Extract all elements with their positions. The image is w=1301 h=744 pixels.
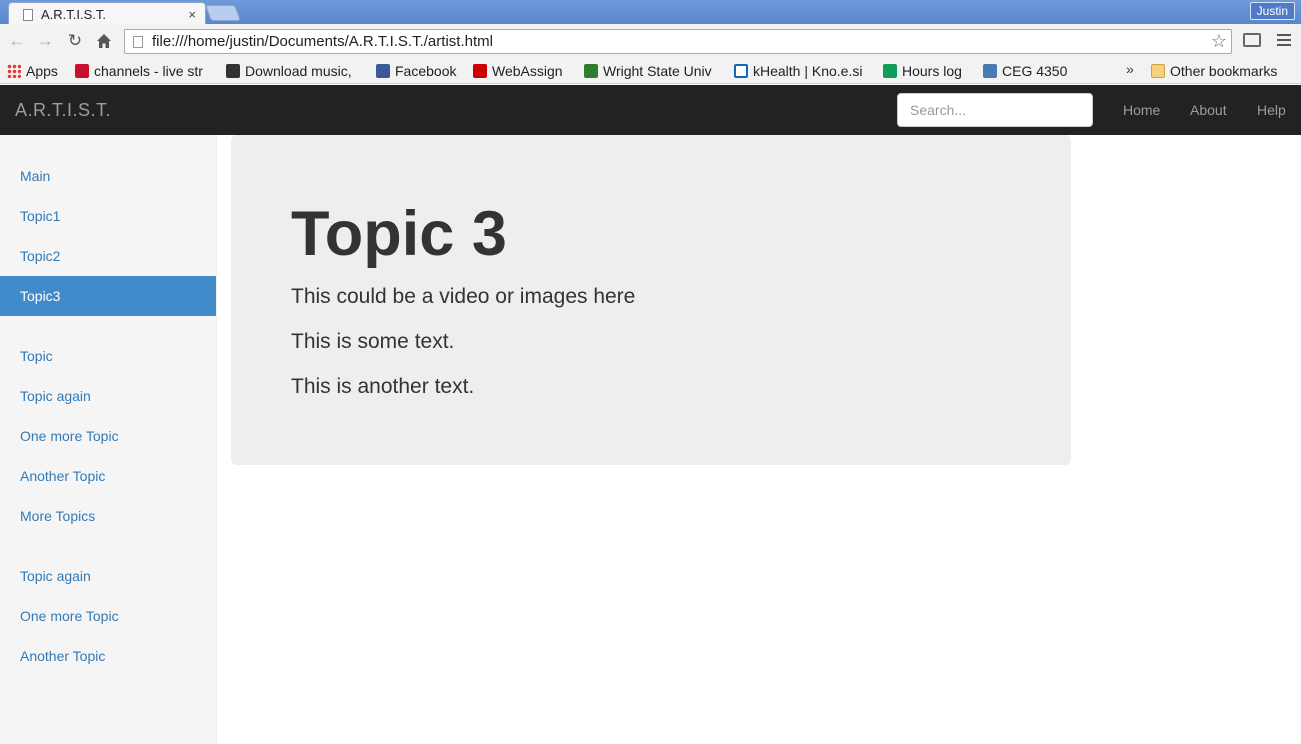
bookmark-apps[interactable]: Apps — [7, 61, 67, 81]
bookmark-download-music[interactable]: Download music, — [226, 61, 365, 81]
nav-link-about[interactable]: About — [1190, 102, 1227, 118]
tab-title: A.R.T.I.S.T. — [41, 7, 107, 22]
browser-toolbar: ← → ↻ file:///home/justin/Documents/A.R.… — [0, 24, 1301, 58]
profile-button[interactable]: Justin — [1249, 2, 1295, 20]
content-paragraph: This is some text. — [291, 330, 455, 353]
sheets-icon — [883, 64, 897, 78]
sidebar: Main Topic1 Topic2 Topic3 Topic Topic ag… — [0, 135, 217, 744]
top-navbar: A.R.T.I.S.T. Home About Help — [0, 85, 1301, 135]
p-logo-icon — [983, 64, 997, 78]
bookmark-facebook[interactable]: Facebook — [376, 61, 464, 81]
bookmark-ceg-4350[interactable]: CEG 4350 — [983, 61, 1073, 81]
wright-state-icon — [584, 64, 598, 78]
bookmarks-bar: Apps channels - live str Download music,… — [0, 58, 1301, 84]
khealth-icon — [734, 64, 748, 78]
back-arrow-icon[interactable]: ← — [6, 30, 28, 52]
new-tab-button[interactable] — [205, 5, 241, 21]
bookmark-khealth[interactable]: kHealth | Kno.e.si — [734, 61, 872, 81]
folder-icon — [1151, 64, 1165, 78]
content-paragraph: This could be a video or images here — [291, 285, 636, 308]
bookmark-wright-state[interactable]: Wright State Univ — [584, 61, 722, 81]
bookmark-hours-log[interactable]: Hours log — [883, 61, 975, 81]
jumbotron: Topic 3 This could be a video or images … — [231, 135, 1071, 465]
bookmark-star-icon[interactable]: ☆ — [1211, 31, 1227, 52]
page-title: Topic 3 — [291, 199, 507, 269]
webassign-icon — [473, 64, 487, 78]
bookmark-channels[interactable]: channels - live str — [75, 61, 213, 81]
sidebar-item-topic3[interactable]: Topic3 — [0, 276, 216, 316]
cast-icon[interactable] — [1243, 33, 1261, 47]
page-icon — [133, 35, 143, 48]
nav-link-home[interactable]: Home — [1123, 102, 1160, 118]
sidebar-item-one-more-topic[interactable]: One more Topic — [0, 416, 216, 456]
nav-link-help[interactable]: Help — [1257, 102, 1286, 118]
bookmarks-overflow-chevron[interactable]: » — [1126, 61, 1134, 77]
browser-tab[interactable]: A.R.T.I.S.T. × — [8, 2, 206, 26]
home-icon[interactable] — [93, 30, 115, 52]
browser-tab-strip: A.R.T.I.S.T. × Justin — [0, 0, 1301, 26]
bookmark-webassign[interactable]: WebAssign — [473, 61, 573, 81]
menu-icon[interactable] — [1277, 34, 1291, 46]
forward-arrow-icon[interactable]: → — [34, 30, 56, 52]
sidebar-item-one-more-topic-2[interactable]: One more Topic — [0, 596, 216, 636]
sidebar-item-topic2[interactable]: Topic2 — [0, 236, 216, 276]
facebook-icon — [376, 64, 390, 78]
search-input[interactable] — [897, 93, 1093, 127]
sidebar-item-another-topic[interactable]: Another Topic — [0, 456, 216, 496]
other-bookmarks-folder[interactable]: Other bookmarks — [1151, 61, 1297, 81]
sidebar-item-topic-again[interactable]: Topic again — [0, 376, 216, 416]
sidebar-item-more-topics[interactable]: More Topics — [0, 496, 216, 536]
sidebar-item-main[interactable]: Main — [0, 156, 216, 196]
sidebar-item-topic-again-2[interactable]: Topic again — [0, 556, 216, 596]
content-paragraph: This is another text. — [291, 375, 475, 398]
close-tab-icon[interactable]: × — [188, 7, 196, 22]
brand-link[interactable]: A.R.T.I.S.T. — [15, 100, 111, 121]
reload-icon[interactable]: ↻ — [64, 30, 86, 52]
url-text[interactable]: file:///home/justin/Documents/A.R.T.I.S.… — [152, 33, 1211, 50]
download-icon — [226, 64, 240, 78]
sidebar-item-topic1[interactable]: Topic1 — [0, 196, 216, 236]
sidebar-item-topic[interactable]: Topic — [0, 336, 216, 376]
sidebar-item-another-topic-2[interactable]: Another Topic — [0, 636, 216, 676]
document-icon — [23, 8, 33, 21]
apps-grid-icon — [7, 64, 21, 78]
v-logo-icon — [75, 64, 89, 78]
address-bar[interactable]: file:///home/justin/Documents/A.R.T.I.S.… — [124, 29, 1232, 54]
